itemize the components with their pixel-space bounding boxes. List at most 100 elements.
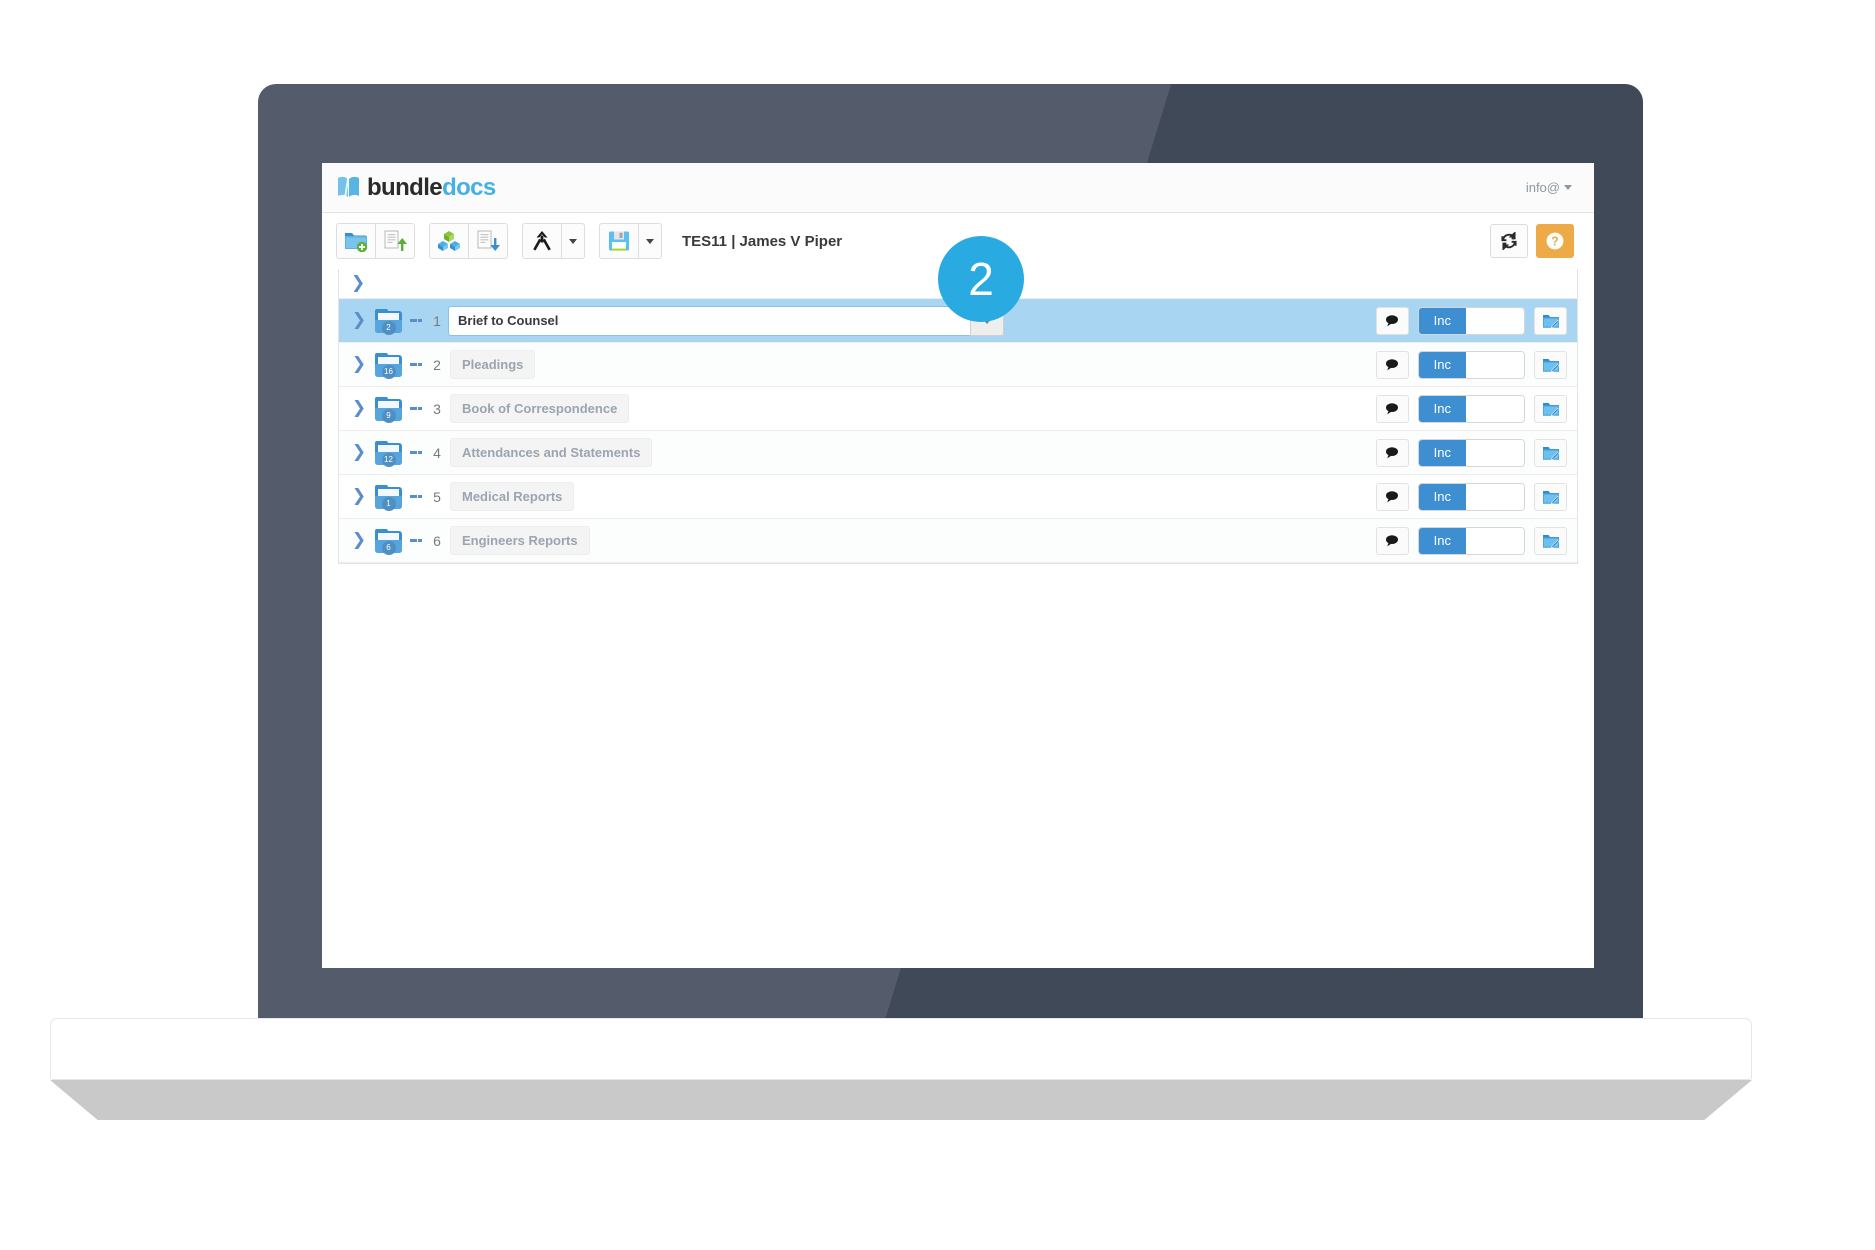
toolbar-group-create: [336, 223, 415, 259]
user-menu[interactable]: info@: [1526, 180, 1572, 195]
folder-document-count-badge: 12: [381, 452, 396, 467]
row-index-number: 5: [433, 488, 441, 505]
table-row[interactable]: ❯ 9 3 Book of Correspondence Inc: [339, 387, 1577, 431]
row-actions: Inc: [1375, 526, 1567, 555]
drag-handle-icon[interactable]: [410, 363, 422, 366]
callout-step-badge: 2: [938, 236, 1024, 322]
section-name-editor: Brief to Counsel: [448, 305, 1004, 336]
merge-dropdown-button[interactable]: [561, 223, 585, 259]
app-logo[interactable]: bundledocs: [336, 174, 496, 202]
toolbar-group-save: [599, 223, 662, 259]
row-index-number: 6: [433, 532, 441, 549]
download-document-button[interactable]: [468, 223, 508, 259]
edit-folder-button[interactable]: [1534, 394, 1567, 423]
comment-button[interactable]: [1375, 350, 1409, 379]
edit-folder-button[interactable]: [1534, 438, 1567, 467]
caret-down-icon: [569, 238, 577, 244]
row-expand-chevron-right-icon[interactable]: ❯: [351, 400, 367, 417]
include-toggle-off-track[interactable]: [1466, 395, 1524, 422]
caret-down-icon: [646, 238, 654, 244]
table-row[interactable]: ❯ 16 2 Pleadings Inc: [339, 343, 1577, 387]
include-toggle[interactable]: Inc: [1417, 394, 1525, 423]
section-name-label[interactable]: Attendances and Statements: [450, 438, 653, 467]
folder-icon: 2: [375, 308, 402, 335]
include-toggle-on-label: Inc: [1418, 307, 1466, 334]
include-toggle-off-track[interactable]: [1466, 351, 1524, 378]
folder-icon: 16: [375, 352, 402, 379]
edit-folder-button[interactable]: [1534, 482, 1567, 511]
row-index-number: 2: [433, 356, 441, 373]
folder-icon: 12: [375, 440, 402, 467]
row-expand-chevron-right-icon[interactable]: ❯: [351, 312, 367, 329]
table-row[interactable]: ❯ 1 5 Medical Reports Inc: [339, 475, 1577, 519]
row-actions: Inc: [1375, 306, 1567, 335]
drag-handle-icon[interactable]: [410, 495, 422, 498]
expand-all-chevron-right-icon[interactable]: ❯: [351, 275, 365, 292]
user-menu-label: info@: [1525, 180, 1560, 195]
table-row[interactable]: ❯ 12 4 Attendances and Statements Inc: [339, 431, 1577, 475]
row-index-number: 1: [433, 312, 441, 329]
include-toggle-off-track[interactable]: [1466, 439, 1524, 466]
include-toggle[interactable]: Inc: [1417, 350, 1525, 379]
comment-button[interactable]: [1375, 526, 1409, 555]
row-index-number: 4: [433, 444, 441, 461]
comment-bubble-icon: [1385, 315, 1398, 327]
drag-handle-icon[interactable]: [410, 539, 422, 542]
app-header: bundledocs info@: [322, 163, 1594, 213]
include-toggle[interactable]: Inc: [1417, 526, 1525, 555]
comment-button[interactable]: [1375, 394, 1409, 423]
row-expand-chevron-right-icon[interactable]: ❯: [351, 532, 367, 549]
row-actions: Inc: [1375, 350, 1567, 379]
sections-button[interactable]: [429, 223, 469, 259]
table-row[interactable]: ❯ 6 6 Engineers Reports Inc: [339, 519, 1577, 563]
comment-bubble-icon: [1385, 447, 1398, 459]
edit-folder-button[interactable]: [1534, 526, 1567, 555]
folder-edit-icon: [1542, 446, 1559, 460]
tree-row-list: ❯ 2 1 Brief to Counsel Inc ❯ 16 2 Pleadings Inc ❯ 9…: [339, 299, 1577, 563]
merge-button[interactable]: [522, 223, 562, 259]
drag-handle-icon[interactable]: [410, 407, 422, 410]
folder-edit-icon: [1542, 534, 1559, 548]
folder-document-count-badge: 9: [381, 408, 396, 423]
section-name-input[interactable]: Brief to Counsel: [448, 305, 970, 336]
comment-button[interactable]: [1375, 438, 1409, 467]
drag-handle-icon[interactable]: [410, 319, 422, 322]
save-dropdown-button[interactable]: [638, 223, 662, 259]
row-expand-chevron-right-icon[interactable]: ❯: [351, 356, 367, 373]
section-name-label[interactable]: Engineers Reports: [450, 526, 590, 555]
row-left-group: ❯ 2 1: [351, 308, 444, 335]
folder-icon: 9: [375, 396, 402, 423]
row-left-group: ❯ 9 3: [351, 396, 444, 423]
logo-text: bundledocs: [367, 174, 496, 202]
drag-handle-icon[interactable]: [410, 451, 422, 454]
row-actions: Inc: [1375, 394, 1567, 423]
section-name-label[interactable]: Pleadings: [450, 350, 536, 379]
include-toggle-off-track[interactable]: [1466, 483, 1524, 510]
comment-button[interactable]: [1375, 306, 1409, 335]
folder-document-count-badge: 6: [381, 540, 396, 555]
section-name-label[interactable]: Medical Reports: [450, 482, 575, 511]
save-button[interactable]: [599, 223, 639, 259]
include-toggle-on-label: Inc: [1418, 483, 1466, 510]
help-button[interactable]: ?: [1536, 224, 1574, 258]
row-expand-chevron-right-icon[interactable]: ❯: [351, 444, 367, 461]
include-toggle[interactable]: Inc: [1417, 306, 1525, 335]
edit-folder-button[interactable]: [1534, 306, 1567, 335]
comment-bubble-icon: [1385, 403, 1398, 415]
folder-icon: 1: [375, 484, 402, 511]
edit-folder-button[interactable]: [1534, 350, 1567, 379]
include-toggle-off-track[interactable]: [1466, 527, 1524, 554]
refresh-button[interactable]: [1490, 224, 1528, 258]
comment-button[interactable]: [1375, 482, 1409, 511]
include-toggle[interactable]: Inc: [1417, 438, 1525, 467]
row-actions: Inc: [1375, 438, 1567, 467]
new-folder-button[interactable]: [336, 223, 376, 259]
folder-document-count-badge: 2: [381, 320, 396, 335]
row-expand-chevron-right-icon[interactable]: ❯: [351, 488, 367, 505]
folder-edit-icon: [1542, 402, 1559, 416]
upload-document-button[interactable]: [375, 223, 415, 259]
include-toggle-off-track[interactable]: [1466, 307, 1524, 334]
row-left-group: ❯ 6 6: [351, 528, 444, 555]
section-name-label[interactable]: Book of Correspondence: [450, 394, 630, 423]
include-toggle[interactable]: Inc: [1417, 482, 1525, 511]
